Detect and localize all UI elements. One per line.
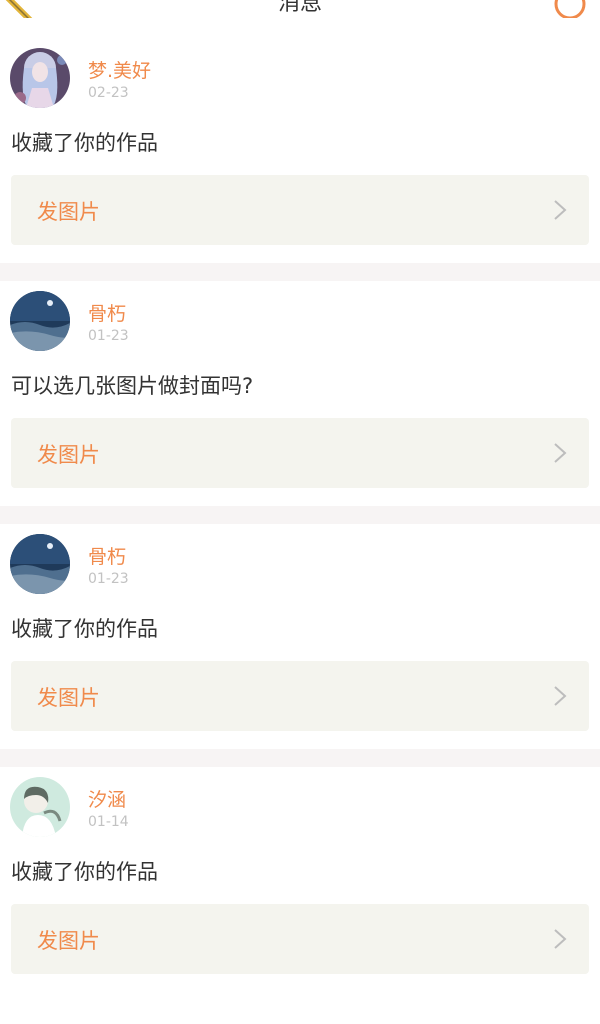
- search-icon[interactable]: [552, 0, 592, 18]
- message-text: 收藏了你的作品: [11, 617, 158, 641]
- avatar[interactable]: [10, 291, 70, 351]
- username[interactable]: 骨朽: [88, 299, 126, 326]
- username[interactable]: 汐涵: [88, 785, 126, 812]
- message-list: 梦.美好 02-23 收藏了你的作品 发图片 骨朽 01-23 可以选几张图片做…: [0, 38, 600, 992]
- send-image-button[interactable]: 发图片: [11, 661, 589, 731]
- avatar[interactable]: [10, 534, 70, 594]
- night-sky-avatar-image: [10, 291, 70, 351]
- send-image-label: 发图片: [37, 200, 100, 224]
- divider: [0, 263, 600, 281]
- message-item: 骨朽 01-23 收藏了你的作品 发图片: [0, 524, 600, 749]
- divider: [0, 506, 600, 524]
- message-item: 骨朽 01-23 可以选几张图片做封面吗? 发图片: [0, 281, 600, 506]
- send-image-button[interactable]: 发图片: [11, 418, 589, 488]
- message-item: 汐涵 01-14 收藏了你的作品 发图片: [0, 767, 600, 992]
- timestamp: 01-14: [88, 814, 129, 830]
- chevron-right-icon: [554, 929, 567, 949]
- message-text: 收藏了你的作品: [11, 131, 158, 155]
- username[interactable]: 梦.美好: [88, 56, 151, 83]
- timestamp: 02-23: [88, 85, 129, 101]
- send-image-button[interactable]: 发图片: [11, 175, 589, 245]
- messages-page: 消息 梦.美好 02-23 收藏了你的作品 发图片 骨朽 01-23 可以选几张…: [0, 0, 600, 1024]
- send-image-label: 发图片: [37, 686, 100, 710]
- username[interactable]: 骨朽: [88, 542, 126, 569]
- timestamp: 01-23: [88, 328, 129, 344]
- avatar[interactable]: [10, 48, 70, 108]
- anime-girl-avatar-image: [10, 48, 70, 108]
- page-title: 消息: [277, 0, 322, 16]
- send-image-label: 发图片: [37, 443, 100, 467]
- send-image-label: 发图片: [37, 929, 100, 953]
- night-sky-avatar-image: [10, 534, 70, 594]
- avatar[interactable]: [10, 777, 70, 837]
- message-item: 梦.美好 02-23 收藏了你的作品 发图片: [0, 38, 600, 263]
- divider: [0, 749, 600, 767]
- chevron-right-icon: [554, 443, 567, 463]
- chevron-right-icon: [554, 200, 567, 220]
- message-text: 可以选几张图片做封面吗?: [11, 374, 254, 398]
- send-image-button[interactable]: 发图片: [11, 904, 589, 974]
- chevron-right-icon: [554, 686, 567, 706]
- message-text: 收藏了你的作品: [11, 860, 158, 884]
- top-nav-bar: 消息: [0, 0, 600, 39]
- timestamp: 01-23: [88, 571, 129, 587]
- mint-girl-avatar-image: [10, 777, 70, 837]
